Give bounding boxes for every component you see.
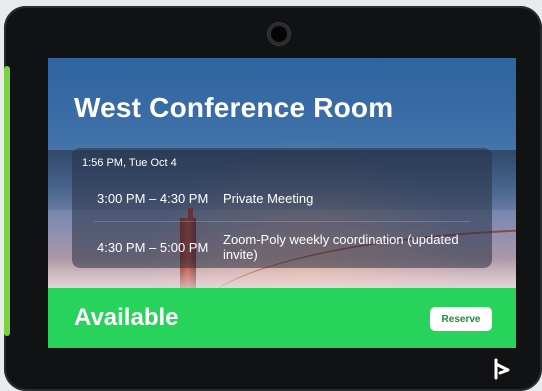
meeting-subject: Zoom-Poly weekly coordination (updated i… (223, 232, 459, 262)
camera-icon (268, 23, 290, 45)
meeting-time: 4:30 PM – 5:00 PM (97, 240, 209, 255)
device-frame: West Conference Room 3:00 PM – 4:30 PM P… (4, 6, 542, 391)
schedule-divider (94, 221, 470, 222)
reserve-button[interactable]: Reserve (430, 307, 492, 331)
side-accent-strip (4, 66, 10, 336)
meeting-subject: Private Meeting (223, 191, 314, 206)
room-display-screen: West Conference Room 3:00 PM – 4:30 PM P… (48, 58, 516, 348)
room-title: West Conference Room (74, 92, 394, 123)
poly-logo-icon (494, 358, 510, 380)
availability-status: Available (74, 304, 179, 331)
current-datetime: 1:56 PM, Tue Oct 4 (82, 157, 177, 169)
meeting-time: 3:00 PM – 4:30 PM (97, 191, 209, 206)
availability-status-bar: Available Reserve (48, 288, 516, 348)
